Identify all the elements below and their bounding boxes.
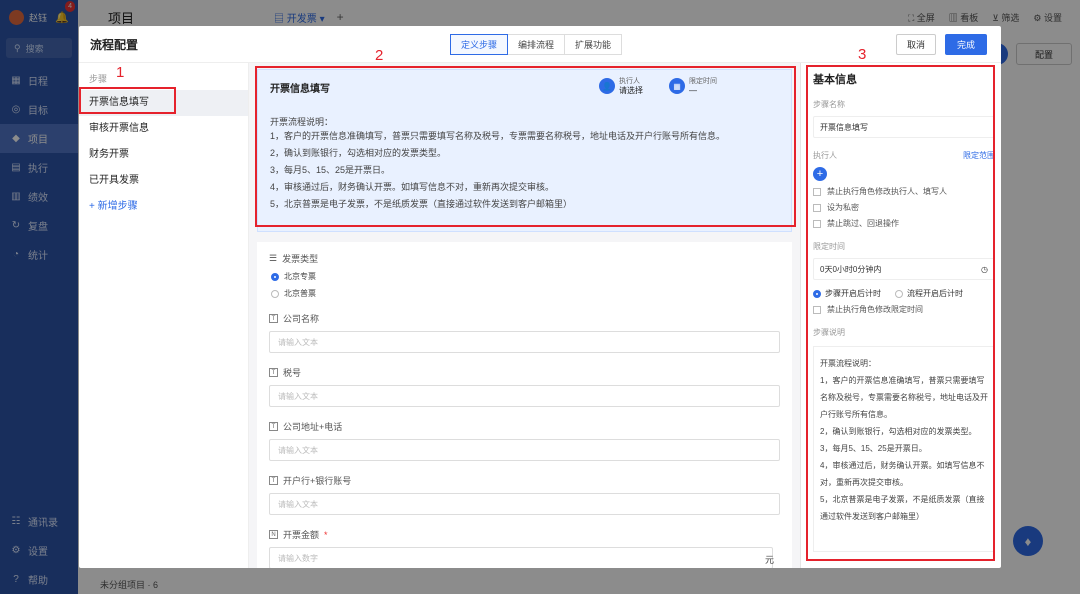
annotation-number: 3	[858, 46, 867, 63]
step-item[interactable]: 开票信息填写	[79, 90, 248, 116]
radio-checked	[271, 272, 279, 281]
steps-panel: 步骤 开票信息填写 审核开票信息 财务开票 已开具发票 + 新增步骤	[79, 63, 249, 568]
radio-checked	[813, 289, 821, 298]
desc-line: 2，确认到账银行，勾选相对应的发票类型。	[270, 148, 447, 158]
limit-range-link[interactable]: 限定范围	[963, 150, 995, 161]
checkbox	[813, 219, 821, 228]
user-icon: 👤	[599, 78, 615, 94]
step-card[interactable]: 开票信息填写 👤 执行人 请选择 ▦ 限定时间 — 开票流程说明： 1，客户的开票信…	[257, 69, 792, 232]
annotation-number: 2	[375, 47, 384, 64]
field-label: 公司地址+电话	[283, 422, 343, 432]
checkbox-label: 禁止执行角色修改执行人、填写人	[827, 187, 947, 196]
deadline-label: 限定时间	[689, 78, 717, 85]
tab-extensions[interactable]: 扩展功能	[564, 34, 623, 55]
executor-value: 请选择	[619, 86, 643, 95]
check-private[interactable]: 设为私密	[813, 202, 995, 213]
step-item[interactable]: 财务开票	[79, 142, 248, 168]
tax-number-label: T 税号	[269, 366, 780, 379]
checkbox	[813, 187, 821, 196]
option-label: 北京专票	[284, 272, 316, 281]
executor-label: 执行人	[619, 78, 640, 85]
text-field-icon: T	[269, 314, 278, 323]
address-label: T 公司地址+电话	[269, 420, 780, 433]
process-config-modal: 流程配置 定义步骤 编排流程 扩展功能 取消 完成 步骤 开票信息填写 审核开票…	[79, 26, 1001, 568]
step-form: ☰ 发票类型 北京专票 北京普票 T 公司名称 请输入文本 T 税号 请输入文本 T公…	[257, 242, 792, 568]
step-item[interactable]: 已开具发票	[79, 168, 248, 194]
list-icon: ☰	[269, 253, 278, 263]
basic-info-panel: 基本信息 步骤名称 开票信息填写 执行人 限定范围 + 禁止执行角色修改执行人、…	[801, 63, 1001, 568]
desc-line: 5，北京普票是电子发票，不是纸质发票（直接通过软件发送到客户邮箱里）	[270, 199, 573, 209]
add-executor-button[interactable]: +	[813, 167, 827, 181]
tab-define-steps[interactable]: 定义步骤	[450, 34, 509, 55]
option-label: 北京普票	[284, 289, 316, 298]
number-field-icon: N	[269, 530, 278, 539]
option-beijing-special[interactable]: 北京专票	[271, 271, 780, 282]
time-limit-value: 0天0小时0分钟内	[820, 264, 882, 274]
modal-title: 流程配置	[90, 37, 139, 52]
panel-title: 基本信息	[813, 74, 857, 86]
check-forbid-modify-time[interactable]: 禁止执行角色修改限定时间	[813, 304, 995, 315]
step-name-input[interactable]: 开票信息填写	[813, 116, 995, 138]
bank-account-input[interactable]: 请输入文本	[269, 493, 780, 515]
desc-line: 4，审核通过后，财务确认开票。如填写信息不对，重新再次提交审核。	[270, 182, 555, 192]
address-input[interactable]: 请输入文本	[269, 439, 780, 461]
radio-flow-start[interactable]: 流程开启后计时	[895, 288, 963, 299]
cancel-button[interactable]: 取消	[896, 34, 936, 55]
field-label: 税号	[283, 368, 302, 378]
field-label: 开票金额	[283, 530, 320, 540]
radio-step-start[interactable]: 步骤开启后计时	[813, 288, 881, 299]
checkbox-label: 禁止执行角色修改限定时间	[827, 305, 923, 314]
desc-line: 1，客户的开票信息准确填写，普票只需要填写名称及税号，专票需要名称税号，地址电话…	[270, 131, 726, 141]
checkbox	[813, 203, 821, 212]
radio-unchecked	[895, 289, 903, 298]
desc-line: 3，每月5、15、25是开票日。	[270, 165, 391, 175]
text-field-icon: T	[269, 476, 278, 485]
checkbox	[813, 305, 821, 314]
text-field-icon: T	[269, 368, 278, 377]
option-beijing-normal[interactable]: 北京普票	[271, 288, 780, 299]
company-name-input[interactable]: 请输入文本	[269, 331, 780, 353]
calendar-icon: ▦	[669, 78, 685, 94]
field-label: 公司名称	[283, 314, 320, 324]
time-limit-label: 限定时间	[813, 242, 845, 251]
invoice-type-label: ☰ 发票类型	[269, 252, 780, 265]
bank-account-label: T 开户行+银行账号	[269, 474, 780, 487]
steps-heading: 步骤	[89, 74, 108, 84]
step-editor: 开票信息填写 👤 执行人 请选择 ▦ 限定时间 — 开票流程说明： 1，客户的开票信…	[249, 63, 801, 568]
add-step-button[interactable]: + 新增步骤	[79, 194, 248, 220]
annotation-number: 1	[116, 64, 125, 81]
step-desc-label: 步骤说明	[813, 328, 845, 337]
field-label: 开户行+银行账号	[283, 476, 352, 486]
executor-picker[interactable]: 👤 执行人 请选择	[599, 77, 643, 95]
step-name-label: 步骤名称	[813, 100, 845, 109]
check-forbid-skip[interactable]: 禁止跳过、回退操作	[813, 218, 995, 229]
deadline-value: —	[689, 86, 697, 95]
radio-unchecked	[271, 289, 279, 298]
amount-label: N 开票金额 *	[269, 528, 780, 541]
checkbox-label: 禁止跳过、回退操作	[827, 219, 899, 228]
tax-number-input[interactable]: 请输入文本	[269, 385, 780, 407]
done-button[interactable]: 完成	[945, 34, 987, 55]
text-field-icon: T	[269, 422, 278, 431]
amount-row: 请输入数字 元	[269, 541, 780, 568]
timer-mode: 步骤开启后计时 流程开启后计时	[813, 288, 995, 299]
executor-label: 执行人	[813, 151, 837, 160]
deadline-picker[interactable]: ▦ 限定时间 —	[669, 77, 717, 95]
radio-label: 步骤开启后计时	[825, 289, 881, 298]
amount-unit: 元	[764, 555, 774, 565]
check-forbid-modify-executor[interactable]: 禁止执行角色修改执行人、填写人	[813, 186, 995, 197]
time-limit-input[interactable]: 0天0小时0分钟内 ◷	[813, 258, 995, 280]
field-label: 发票类型	[282, 254, 319, 264]
amount-input[interactable]: 请输入数字	[269, 547, 773, 568]
tab-arrange-flow[interactable]: 编排流程	[507, 34, 566, 55]
clock-icon: ◷	[981, 264, 988, 274]
checkbox-label: 设为私密	[827, 203, 859, 212]
company-name-label: T 公司名称	[269, 312, 780, 325]
step-item[interactable]: 审核开票信息	[79, 116, 248, 142]
modal-tabs: 定义步骤 编排流程 扩展功能	[450, 34, 623, 55]
step-desc-textarea[interactable]: 开票流程说明： 1，客户的开票信息准确填写，普票只需要填写名称及税号，专票需要名…	[813, 346, 995, 552]
desc-title: 开票流程说明：	[270, 117, 334, 127]
required-mark: *	[324, 529, 328, 540]
radio-label: 流程开启后计时	[907, 289, 963, 298]
